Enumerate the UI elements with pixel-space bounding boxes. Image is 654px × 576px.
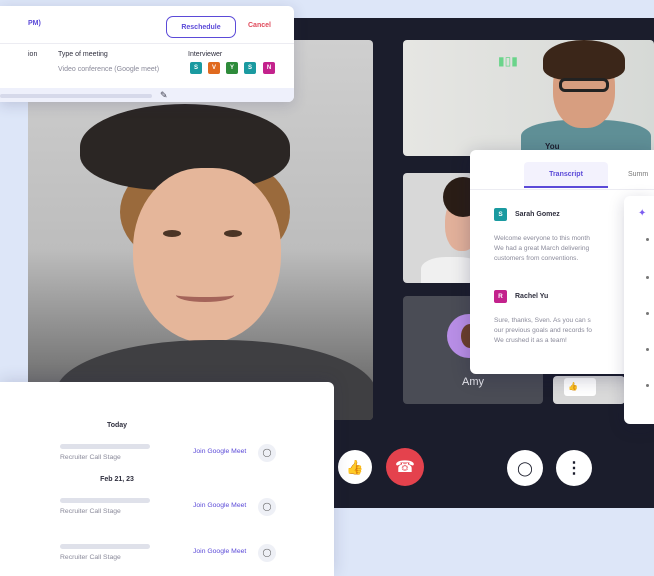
stage-label: Recruiter Call Stage: [60, 454, 121, 461]
stage-label: Recruiter Call Stage: [60, 554, 121, 561]
stage-label: Recruiter Call Stage: [60, 508, 121, 515]
participant-shirt: [421, 257, 473, 283]
cancel-button[interactable]: Cancel: [248, 22, 271, 29]
divider: [470, 189, 654, 190]
thumbs-up-icon: 👍: [346, 458, 364, 475]
hang-up-button[interactable]: ☎: [386, 448, 424, 486]
chat-icon[interactable]: ◯: [258, 498, 276, 516]
interviewer-avatar[interactable]: N: [263, 62, 275, 74]
video-tile-participant[interactable]: [403, 173, 473, 283]
chat-bubble-icon: ◯: [517, 459, 533, 476]
reaction-badge: 👍: [564, 378, 596, 396]
transcript-message: Sure, thanks, Sven. As you can s our pre…: [494, 317, 592, 344]
summary-bullet: [646, 276, 649, 279]
date-heading: Today: [106, 422, 128, 429]
participant-mouth: [176, 288, 234, 302]
candidate-name-bar: [60, 498, 150, 503]
meeting-type-value: Video conference (Google meet): [58, 66, 160, 73]
thumbs-up-icon: 👍: [568, 382, 578, 391]
more-vertical-icon: ⋮: [566, 460, 582, 477]
divider: [0, 43, 294, 44]
candidate-name-bar: [60, 444, 150, 449]
tab-transcript[interactable]: Transcript: [524, 162, 608, 188]
meeting-time: PM): [28, 20, 41, 27]
speaker-name: Sarah Gomez: [515, 211, 560, 218]
interviewer-avatar[interactable]: V: [208, 62, 220, 74]
meeting-details-card: PM) Reschedule Cancel ion Type of meetin…: [0, 6, 294, 102]
summary-bullet: [646, 312, 649, 315]
participant-face: [133, 168, 281, 343]
video-tile-speaker[interactable]: You: [403, 40, 654, 156]
interviewer-avatar[interactable]: S: [190, 62, 202, 74]
summary-bullet: [646, 238, 649, 241]
pencil-icon[interactable]: ✎: [160, 90, 168, 101]
sparkle-icon: ✦: [638, 208, 647, 219]
notes-placeholder-bar: [0, 94, 152, 98]
reschedule-button[interactable]: Reschedule: [166, 16, 236, 38]
tab-summary[interactable]: Summ: [628, 162, 648, 188]
join-google-meet-link[interactable]: Join Google Meet: [193, 548, 246, 555]
speaker-avatar: S: [494, 208, 507, 221]
column-header: ion: [28, 51, 38, 58]
chat-button[interactable]: ◯: [507, 450, 543, 486]
transcript-message: Welcome everyone to this month We had a …: [494, 235, 590, 262]
reaction-button[interactable]: 👍: [338, 450, 372, 484]
participant-name: Amy: [462, 376, 484, 388]
chat-icon[interactable]: ◯: [258, 444, 276, 462]
summary-bullet: [646, 384, 649, 387]
column-header-meeting-type: Type of meeting: [58, 51, 108, 58]
date-heading: Feb 21, 23: [100, 476, 134, 483]
participant-eye: [224, 230, 242, 237]
participant-eye: [163, 230, 181, 237]
join-google-meet-link[interactable]: Join Google Meet: [193, 502, 246, 509]
candidate-name-bar: [60, 544, 150, 549]
join-google-meet-link[interactable]: Join Google Meet: [193, 448, 246, 455]
interviewer-avatar[interactable]: S: [244, 62, 256, 74]
phone-hangup-icon: ☎: [395, 459, 415, 476]
chat-icon[interactable]: ◯: [258, 544, 276, 562]
column-header-interviewer: Interviewer: [188, 51, 223, 58]
audio-level-icon: ▮▯▮: [498, 54, 518, 68]
summary-bullet: [646, 348, 649, 351]
summary-panel: ✦: [624, 196, 654, 424]
interviewer-avatar[interactable]: Y: [226, 62, 238, 74]
speaker-hair: [543, 40, 625, 80]
speaker-name: Rachel Yu: [515, 293, 549, 300]
interview-schedule-card: Today Recruiter Call Stage Join Google M…: [0, 382, 334, 576]
more-options-button[interactable]: ⋮: [556, 450, 592, 486]
speaker-avatar: R: [494, 290, 507, 303]
speaker-glasses: [559, 78, 609, 92]
